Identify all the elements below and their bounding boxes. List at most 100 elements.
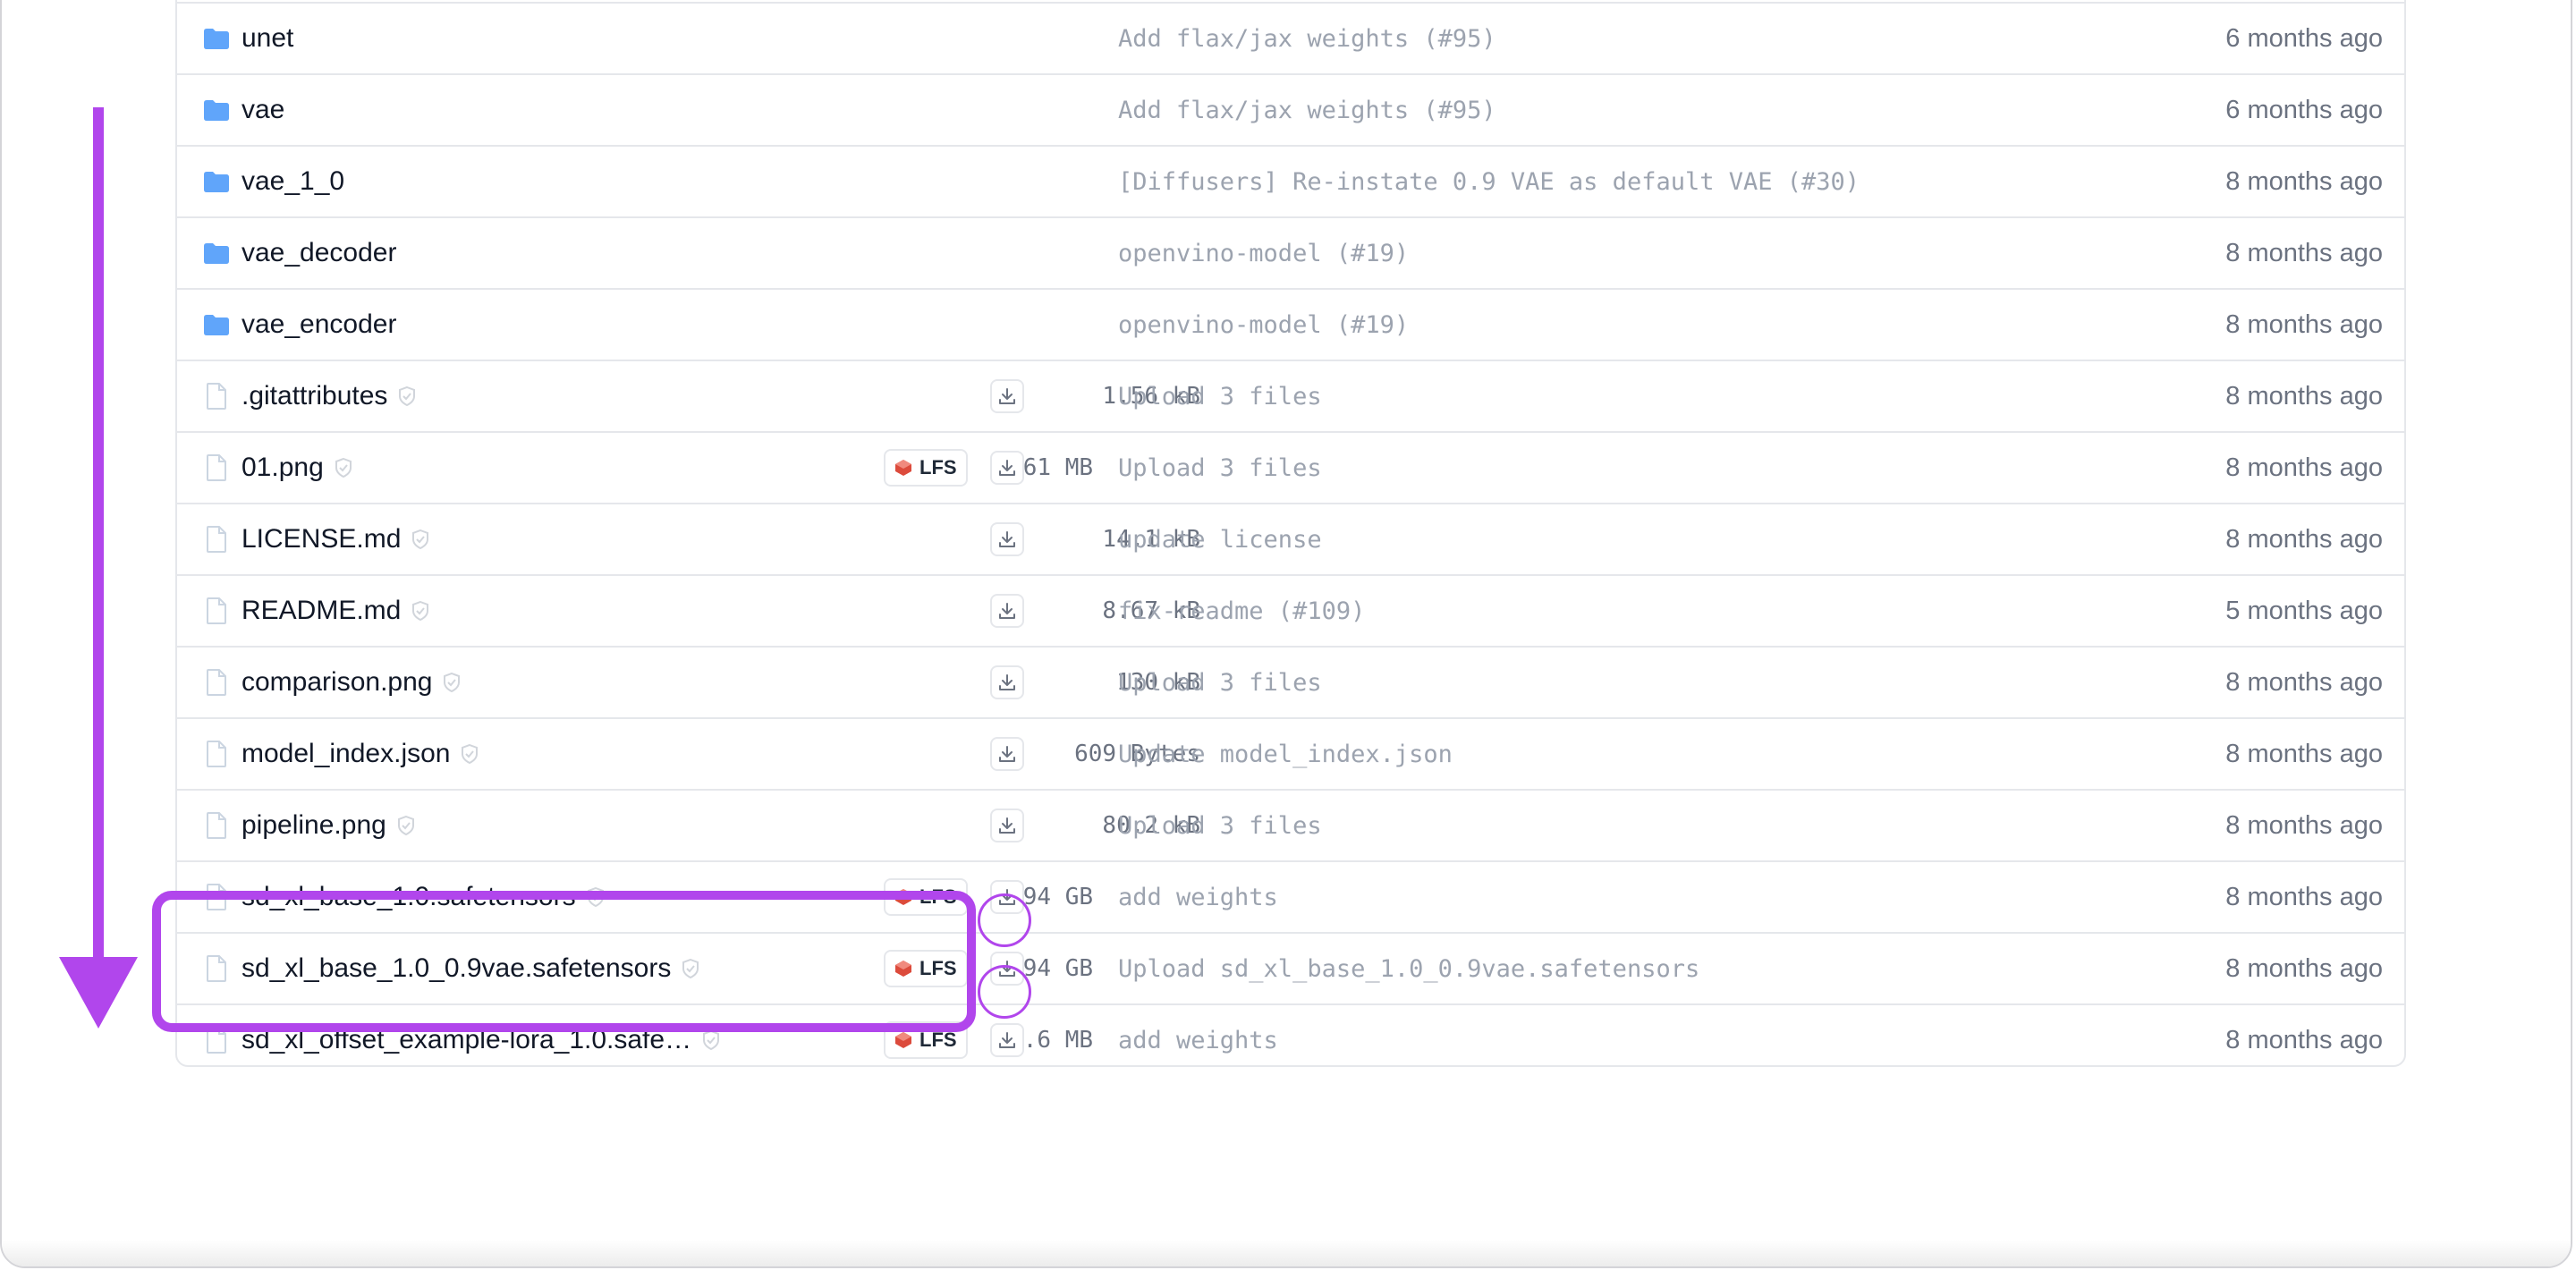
lfs-cube-icon bbox=[894, 1031, 912, 1049]
commit-message-link[interactable]: Upload 3 files bbox=[1118, 433, 1322, 503]
file-icon bbox=[200, 791, 233, 860]
last-modified-time: 8 months ago bbox=[2225, 739, 2383, 768]
folder-icon bbox=[200, 218, 233, 288]
download-button[interactable] bbox=[990, 594, 1024, 628]
file-name-cell: README.md bbox=[242, 576, 429, 646]
folder-icon bbox=[200, 4, 233, 73]
folder-row: vae_1_0 [Diffusers] Re-instate 0.9 VAE as… bbox=[177, 145, 2404, 216]
scroll-down-arrow bbox=[59, 107, 138, 1029]
safe-check-icon bbox=[411, 601, 429, 621]
last-modified-time: 6 months ago bbox=[2225, 23, 2383, 53]
download-icon bbox=[997, 601, 1017, 621]
last-modified-time: 5 months ago bbox=[2225, 596, 2383, 625]
last-modified-time: 8 months ago bbox=[2225, 953, 2383, 983]
commit-message-link[interactable]: Upload 3 files bbox=[1118, 791, 1322, 860]
commit-message-link[interactable]: Upload sd_xl_base_1.0_0.9vae.safetensors bbox=[1118, 934, 1699, 1003]
folder-row: vae Add flax/jax weights (#95) 6 months ag… bbox=[177, 73, 2404, 145]
file-name-wrap: vae bbox=[242, 95, 284, 125]
commit-message-link[interactable]: Update model_index.json bbox=[1118, 719, 1453, 789]
last-modified-time: 8 months ago bbox=[2225, 524, 2383, 554]
download-cell bbox=[990, 791, 1024, 860]
safe-check-icon bbox=[411, 529, 429, 549]
file-name-link[interactable]: .gitattributes bbox=[242, 381, 387, 411]
file-name-wrap: vae_1_0 bbox=[242, 166, 344, 197]
safe-check-icon bbox=[443, 673, 461, 692]
lfs-label: LFS bbox=[919, 456, 957, 478]
folder-name-link[interactable]: unet bbox=[242, 23, 293, 54]
download-icon bbox=[997, 673, 1017, 692]
commit-message-link[interactable]: add weights bbox=[1118, 862, 1278, 932]
folder-name-link[interactable]: vae_encoder bbox=[242, 309, 396, 340]
file-row: README.md 8.67 kB fix-readme (#109) 5 month… bbox=[177, 574, 2404, 646]
file-name-link[interactable]: 01.png bbox=[242, 453, 324, 483]
commit-message-link[interactable]: Upload 3 files bbox=[1118, 361, 1322, 431]
commit-message-link[interactable]: fix-readme (#109) bbox=[1118, 576, 1365, 646]
commit-message-link[interactable]: update license bbox=[1118, 504, 1322, 574]
download-icon bbox=[997, 529, 1017, 549]
commit-message-link[interactable]: Add flax/jax weights (#95) bbox=[1118, 4, 1496, 73]
last-modified-time: 8 months ago bbox=[2225, 381, 2383, 411]
lfs-badge: LFS bbox=[884, 449, 968, 487]
file-name-cell: pipeline.png bbox=[242, 791, 415, 860]
folder-name-link[interactable]: vae_1_0 bbox=[242, 166, 344, 197]
download-button[interactable] bbox=[990, 379, 1024, 413]
commit-message-link[interactable]: openvino-model (#19) bbox=[1118, 218, 1409, 288]
last-modified-time: 8 months ago bbox=[2225, 453, 2383, 482]
file-icon bbox=[200, 719, 233, 789]
file-name-wrap: vae_encoder bbox=[242, 309, 396, 340]
download-button[interactable] bbox=[990, 522, 1024, 556]
file-name-wrap: pipeline.png bbox=[242, 810, 415, 841]
file-name-cell: unet bbox=[242, 4, 293, 73]
last-modified-time: 8 months ago bbox=[2225, 667, 2383, 697]
file-name-link[interactable]: pipeline.png bbox=[242, 810, 386, 841]
file-name-cell: comparison.png bbox=[242, 648, 461, 717]
download-icon bbox=[997, 458, 1017, 478]
download-icon bbox=[997, 386, 1017, 406]
download-button[interactable] bbox=[990, 451, 1024, 485]
window-bottom-edge bbox=[2, 1240, 2571, 1266]
file-name-link[interactable]: LICENSE.md bbox=[242, 524, 401, 555]
safe-check-icon bbox=[398, 386, 416, 406]
commit-message-link[interactable]: add weights bbox=[1118, 1005, 1278, 1065]
download-button[interactable] bbox=[990, 665, 1024, 699]
last-modified-time: 6 months ago bbox=[2225, 95, 2383, 124]
file-name-cell: vae bbox=[242, 75, 284, 145]
download-button[interactable] bbox=[990, 737, 1024, 771]
commit-message-link[interactable]: [Diffusers] Re-instate 0.9 VAE as defaul… bbox=[1118, 147, 1860, 216]
last-modified-time: 8 months ago bbox=[2225, 810, 2383, 840]
download-button[interactable] bbox=[990, 809, 1024, 842]
commit-message-link[interactable]: Add flax/jax weights (#95) bbox=[1118, 75, 1496, 145]
file-name-link[interactable]: README.md bbox=[242, 596, 401, 626]
folder-icon bbox=[200, 75, 233, 145]
browser-window: tokenizer_2Add flax/jax weights (#95)6 m… bbox=[0, 0, 2572, 1268]
file-name-wrap: vae_decoder bbox=[242, 238, 396, 268]
commit-message-link[interactable]: openvino-model (#19) bbox=[1118, 290, 1409, 360]
file-name-link[interactable]: comparison.png bbox=[242, 667, 432, 698]
folder-row: vae_encoder openvino-model (#19) 8 months … bbox=[177, 288, 2404, 360]
download-cell bbox=[990, 576, 1024, 646]
last-modified-time: 8 months ago bbox=[2225, 309, 2383, 339]
safe-check-icon bbox=[335, 458, 352, 478]
file-name-cell: vae_encoder bbox=[242, 290, 396, 360]
safe-check-icon bbox=[397, 816, 415, 835]
last-modified-time: 8 months ago bbox=[2225, 1025, 2383, 1054]
commit-message-link[interactable]: Upload 3 files bbox=[1118, 648, 1322, 717]
download-button[interactable] bbox=[990, 1023, 1024, 1057]
download-highlight-circle bbox=[978, 965, 1031, 1019]
file-row: 01.png 4.61 MB LFS Upload 3 files 8 months a… bbox=[177, 431, 2404, 503]
file-name-wrap: 01.png bbox=[242, 453, 352, 483]
file-name-wrap: LICENSE.md bbox=[242, 524, 429, 555]
folder-name-link[interactable]: vae_decoder bbox=[242, 238, 396, 268]
file-name-cell: vae_1_0 bbox=[242, 147, 344, 216]
file-name-link[interactable]: model_index.json bbox=[242, 739, 450, 769]
highlighted-files-box bbox=[152, 891, 976, 1032]
download-cell bbox=[990, 433, 1024, 503]
file-row: .gitattributes 1.56 kB Upload 3 files 8 mon… bbox=[177, 360, 2404, 431]
download-icon bbox=[997, 744, 1017, 764]
lfs-badge-cell: LFS bbox=[884, 433, 968, 503]
folder-name-link[interactable]: vae bbox=[242, 95, 284, 125]
download-cell bbox=[990, 361, 1024, 431]
file-name-wrap: .gitattributes bbox=[242, 381, 416, 411]
file-row: model_index.json 609 Bytes Update model_in… bbox=[177, 717, 2404, 789]
file-name-cell: model_index.json bbox=[242, 719, 479, 789]
